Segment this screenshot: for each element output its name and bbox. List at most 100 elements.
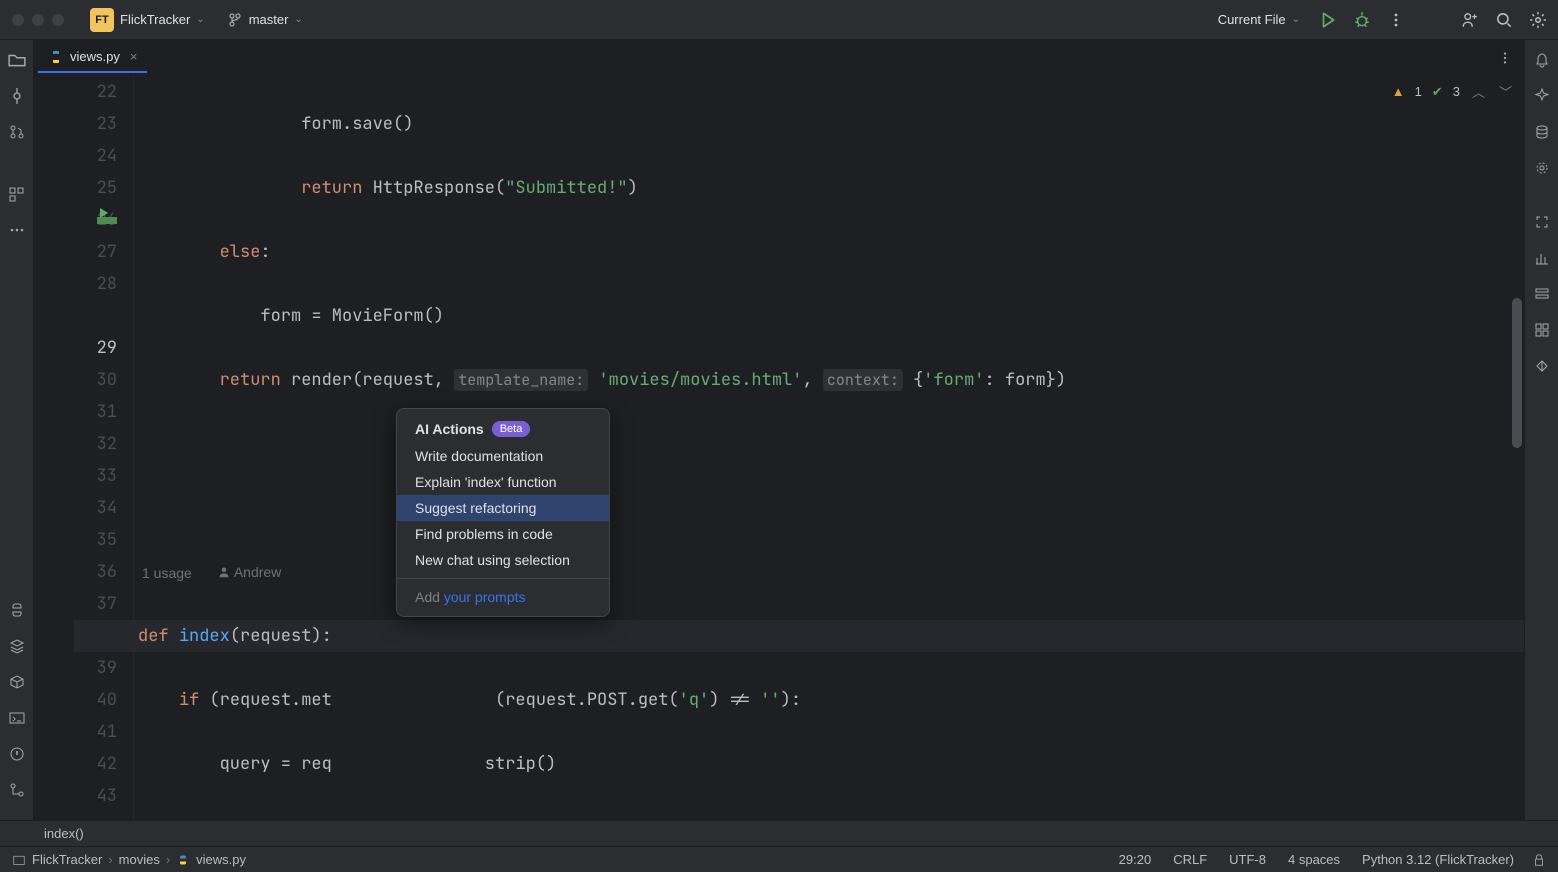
chevron-down-icon: ⌄	[1292, 14, 1300, 25]
line-separator[interactable]: CRLF	[1173, 852, 1207, 867]
code-area[interactable]: form.save() return HttpResponse("Submitt…	[134, 76, 1524, 820]
gear-outline-icon	[1534, 160, 1550, 176]
commit-tool-button[interactable]	[5, 84, 29, 108]
search-icon	[1495, 11, 1513, 29]
tab-options-button[interactable]	[1490, 47, 1520, 69]
crumb-separator: ›	[108, 852, 112, 867]
search-button[interactable]	[1492, 8, 1516, 32]
diamond-icon	[1534, 358, 1550, 374]
project-badge: FT	[90, 8, 114, 32]
ai-action-item[interactable]: Find problems in code	[397, 521, 609, 547]
editor-zone: views.py × ▲1 ✔3 ︿ ﹀ 22 23 24 25 26	[34, 40, 1524, 820]
version-control-button[interactable]	[5, 778, 29, 802]
line-number: 29	[34, 332, 117, 364]
ai-action-item-selected[interactable]: Suggest refactoring	[397, 495, 609, 521]
vcs-tool-button[interactable]	[1530, 354, 1554, 378]
line-number: 40	[34, 684, 117, 716]
line-number: 24	[34, 140, 117, 172]
ai-assistant-button[interactable]	[1530, 84, 1554, 108]
bell-icon	[1534, 52, 1550, 68]
pull-requests-button[interactable]	[5, 120, 29, 144]
coverage-button[interactable]	[1530, 246, 1554, 270]
expand-button[interactable]	[1530, 210, 1554, 234]
traffic-dot[interactable]	[52, 14, 64, 26]
debug-button[interactable]	[1350, 8, 1374, 32]
database-icon	[1534, 124, 1550, 140]
package-icon	[9, 674, 25, 690]
line-number: 31	[34, 396, 117, 428]
caret-position[interactable]: 29:20	[1119, 852, 1152, 867]
terminal-button[interactable]	[5, 706, 29, 730]
traffic-dot[interactable]	[12, 14, 24, 26]
sciview-button[interactable]	[1530, 318, 1554, 342]
person-plus-icon	[1461, 11, 1479, 29]
line-number: 41	[34, 716, 117, 748]
traffic-dot[interactable]	[32, 14, 44, 26]
endpoints-icon	[1534, 286, 1550, 302]
chevron-down-icon: ⌄	[294, 14, 302, 25]
settings-button[interactable]	[1526, 8, 1550, 32]
interpreter[interactable]: Python 3.12 (FlickTracker)	[1362, 852, 1514, 867]
line-number: 30	[34, 364, 117, 396]
project-crumb-icon	[12, 853, 26, 867]
author-name[interactable]: Andrew	[234, 556, 281, 588]
run-config-selector[interactable]: Current File ⌄	[1212, 8, 1306, 31]
info-icon	[9, 746, 25, 762]
line-number: 36	[34, 556, 117, 588]
problems-button[interactable]	[5, 742, 29, 766]
editor-scrollbar[interactable]	[1512, 298, 1522, 448]
python-packages-button[interactable]	[5, 670, 29, 694]
python-file-icon	[48, 49, 64, 65]
your-prompts-link[interactable]: your prompts	[444, 589, 526, 605]
line-number: 28	[34, 268, 117, 300]
editor-tab[interactable]: views.py ×	[38, 43, 147, 73]
crumb[interactable]: views.py	[196, 852, 246, 867]
add-label: Add	[415, 589, 444, 605]
kebab-icon	[1388, 12, 1404, 28]
breadcrumbs[interactable]: FlickTracker › movies › views.py	[12, 852, 246, 867]
structure-icon	[9, 186, 25, 202]
pull-request-icon	[9, 124, 25, 140]
crumb[interactable]: FlickTracker	[32, 852, 102, 867]
indent[interactable]: 4 spaces	[1288, 852, 1340, 867]
crumb[interactable]: movies	[119, 852, 160, 867]
editor-body[interactable]: ▲1 ✔3 ︿ ﹀ 22 23 24 25 26 27 28 29 30 31 …	[34, 76, 1524, 820]
line-gutter[interactable]: 22 23 24 25 26 27 28 29 30 31 32 33 34 3…	[34, 76, 134, 820]
line-number: 43	[34, 780, 117, 812]
line-number: 34	[34, 492, 117, 524]
ai-actions-header: AI Actions Beta	[397, 417, 609, 443]
line-number: 35	[34, 524, 117, 556]
branch-name: master	[249, 12, 289, 27]
run-button[interactable]	[1316, 8, 1340, 32]
add-prompts-row[interactable]: Add your prompts	[397, 584, 609, 610]
crumb-separator: ›	[166, 852, 170, 867]
ai-action-item[interactable]: New chat using selection	[397, 547, 609, 573]
services-button[interactable]	[5, 634, 29, 658]
lock-icon	[1532, 853, 1546, 867]
more-tool-button[interactable]	[5, 218, 29, 242]
close-tab-button[interactable]: ×	[130, 49, 138, 64]
usages-label[interactable]: 1 usage	[142, 565, 192, 581]
build-button[interactable]	[1530, 156, 1554, 180]
run-config-name: Current File	[1218, 12, 1286, 27]
python-console-button[interactable]	[5, 598, 29, 622]
run-gutter-icon[interactable]	[97, 208, 119, 226]
tab-filename: views.py	[70, 49, 120, 64]
branch-selector[interactable]: master ⌄	[221, 8, 309, 32]
more-actions-button[interactable]	[1384, 8, 1408, 32]
main-area: views.py × ▲1 ✔3 ︿ ﹀ 22 23 24 25 26	[0, 40, 1558, 820]
endpoints-button[interactable]	[1530, 282, 1554, 306]
database-button[interactable]	[1530, 120, 1554, 144]
ai-action-item[interactable]: Write documentation	[397, 443, 609, 469]
encoding[interactable]: UTF-8	[1229, 852, 1266, 867]
ai-action-item[interactable]: Explain 'index' function	[397, 469, 609, 495]
line-number: 37	[34, 588, 117, 620]
code-with-me-button[interactable]	[1458, 8, 1482, 32]
line-number: 42	[34, 748, 117, 780]
readonly-toggle[interactable]	[1532, 853, 1546, 867]
bug-icon	[1353, 11, 1371, 29]
project-tool-button[interactable]	[5, 48, 29, 72]
project-selector[interactable]: FT FlickTracker ⌄	[84, 4, 211, 36]
notifications-button[interactable]	[1530, 48, 1554, 72]
structure-tool-button[interactable]	[5, 182, 29, 206]
